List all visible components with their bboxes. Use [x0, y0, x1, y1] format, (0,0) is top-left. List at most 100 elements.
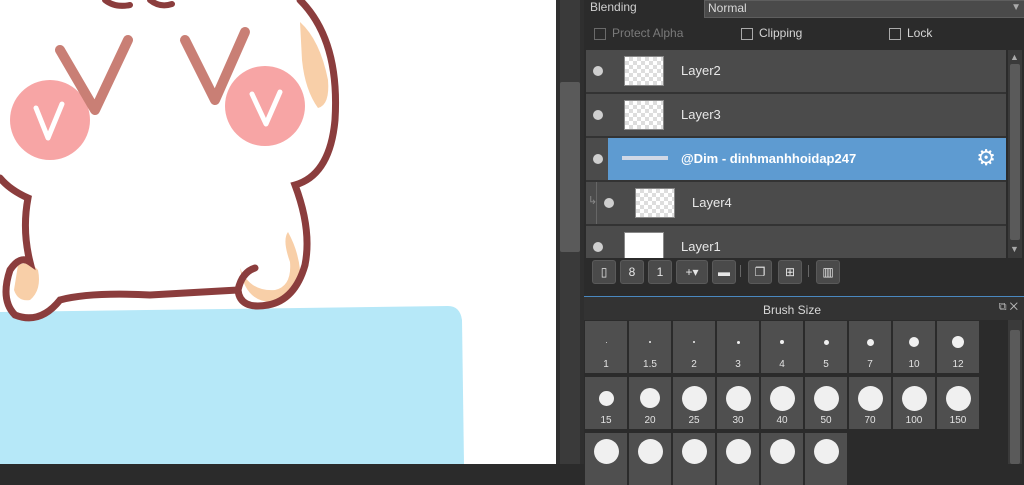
- scroll-up-icon[interactable]: ▲: [1010, 52, 1019, 62]
- brush-size-cell[interactable]: [585, 433, 627, 485]
- delete-layer-icon[interactable]: ▥: [816, 260, 840, 284]
- brush-size-cell[interactable]: [673, 433, 715, 485]
- brush-dot: [725, 385, 751, 411]
- brush-size-cell[interactable]: [761, 433, 803, 485]
- drawing-canvas[interactable]: [0, 0, 556, 464]
- layer-name: Layer1: [681, 239, 721, 254]
- brush-dot: [593, 438, 619, 464]
- brush-dot: [598, 390, 614, 406]
- brush-size-cell[interactable]: 70: [849, 377, 891, 429]
- brush-size-cell[interactable]: 5: [805, 321, 847, 373]
- brush-dot: [813, 385, 839, 411]
- blending-label: Blending: [590, 0, 637, 14]
- brush-size-label: 1.5: [643, 359, 657, 370]
- brush-size-cell[interactable]: 15: [585, 377, 627, 429]
- brush-size-cell[interactable]: 4: [761, 321, 803, 373]
- layer-thumbnail: [624, 100, 664, 130]
- brush-size-cell[interactable]: 150: [937, 377, 979, 429]
- scroll-down-icon[interactable]: ▼: [1010, 244, 1019, 254]
- right-cheek: [225, 66, 305, 146]
- brush-size-cell[interactable]: 25: [673, 377, 715, 429]
- layer-row[interactable]: Layer3: [586, 94, 1006, 138]
- layer-name: Layer4: [692, 195, 732, 210]
- brush-size-cell[interactable]: 50: [805, 377, 847, 429]
- duplicate-layer-icon[interactable]: ❐: [748, 260, 772, 284]
- brush-dot: [649, 341, 651, 343]
- checkbox-box: [594, 27, 606, 40]
- brush-size-cell[interactable]: 1: [585, 321, 627, 373]
- layer-list: Layer2 Layer3 @Dim - dinhmanhhoidap247 ⚙…: [586, 50, 1006, 258]
- layer-row[interactable]: Layer1: [586, 226, 1006, 258]
- toolbar-divider: [808, 265, 809, 277]
- layer-row[interactable]: ↳ Layer4: [586, 182, 1006, 226]
- new-layer-icon[interactable]: ▯: [592, 260, 616, 284]
- brush-dot: [769, 385, 795, 411]
- brush-dot: [681, 385, 707, 411]
- new-1bit-layer-icon[interactable]: 1: [648, 260, 672, 284]
- brush-size-cell[interactable]: [717, 433, 759, 485]
- brush-size-label: 7: [867, 359, 873, 370]
- brush-dot: [952, 336, 964, 348]
- layer-row-selected[interactable]: @Dim - dinhmanhhoidap247 ⚙: [586, 138, 1006, 182]
- brush-size-cell[interactable]: 10: [893, 321, 935, 373]
- brush-size-cell[interactable]: 3: [717, 321, 759, 373]
- clip-divider: [596, 182, 597, 224]
- canvas-illustration: [0, 0, 464, 464]
- brush-size-title: Brush Size: [762, 303, 822, 317]
- brush-size-cell[interactable]: 1.5: [629, 321, 671, 373]
- layer-thumbnail: [624, 56, 664, 86]
- brush-dot: [857, 385, 883, 411]
- brush-size-cell[interactable]: [629, 433, 671, 485]
- scrollbar-thumb[interactable]: [1010, 64, 1020, 240]
- visibility-icon[interactable]: [593, 242, 603, 252]
- brush-size-cell[interactable]: 30: [717, 377, 759, 429]
- layer-row[interactable]: Layer2: [586, 50, 1006, 94]
- scrollbar-thumb[interactable]: [560, 82, 580, 252]
- visibility-icon[interactable]: [593, 154, 603, 164]
- brush-size-cell[interactable]: 20: [629, 377, 671, 429]
- brush-size-cell[interactable]: 100: [893, 377, 935, 429]
- popout-close-icon[interactable]: ⧉ ✕: [999, 301, 1018, 314]
- brush-dot: [909, 337, 919, 347]
- canvas-vertical-scrollbar[interactable]: [556, 0, 584, 464]
- layer-list-scrollbar[interactable]: ▲ ▼: [1008, 50, 1022, 258]
- merge-down-icon[interactable]: ⊞: [778, 260, 802, 284]
- brush-size-cell[interactable]: 7: [849, 321, 891, 373]
- clipping-label: Clipping: [759, 26, 803, 40]
- layer-options-row: Protect Alpha Clipping Lock: [584, 24, 1024, 44]
- brush-size-label: 100: [905, 415, 923, 426]
- gear-icon[interactable]: ⚙: [976, 147, 996, 169]
- blending-row: Blending Normal ▼: [584, 0, 1024, 18]
- brush-size-scrollbar[interactable]: [1008, 320, 1022, 464]
- visibility-icon[interactable]: [604, 198, 614, 208]
- brush-size-label: 1: [603, 359, 609, 370]
- brush-size-label: 25: [688, 415, 700, 426]
- brush-dot: [866, 338, 874, 346]
- blending-dropdown[interactable]: Normal ▼: [704, 0, 1024, 18]
- clipping-checkbox[interactable]: Clipping: [741, 26, 802, 40]
- new-8bit-layer-icon[interactable]: 8: [620, 260, 644, 284]
- text-layer-thumbnail: [622, 156, 668, 160]
- visibility-icon[interactable]: [593, 110, 603, 120]
- visibility-icon[interactable]: [593, 66, 603, 76]
- brush-size-cell[interactable]: [805, 433, 847, 485]
- lock-checkbox[interactable]: Lock: [889, 26, 932, 40]
- brush-size-cell[interactable]: 12: [937, 321, 979, 373]
- brush-dot: [901, 385, 927, 411]
- chevron-down-icon: ▼: [1011, 2, 1021, 13]
- scrollbar-thumb[interactable]: [1010, 330, 1020, 464]
- brush-size-cell[interactable]: 2: [673, 321, 715, 373]
- toolbar-divider: [740, 265, 741, 277]
- protect-alpha-checkbox[interactable]: Protect Alpha: [594, 26, 683, 40]
- brush-dot: [736, 340, 740, 344]
- blue-floor-shape: [0, 306, 464, 464]
- brush-size-label: 10: [908, 359, 920, 370]
- folder-icon[interactable]: ▬: [712, 260, 736, 284]
- brush-dot: [693, 341, 695, 343]
- brush-dot: [605, 341, 607, 343]
- brush-size-label: 30: [732, 415, 744, 426]
- left-cheek: [10, 80, 90, 160]
- brush-size-cell[interactable]: 40: [761, 377, 803, 429]
- add-layer-dropdown-icon[interactable]: +▾: [676, 260, 708, 284]
- brush-size-label: 12: [952, 359, 964, 370]
